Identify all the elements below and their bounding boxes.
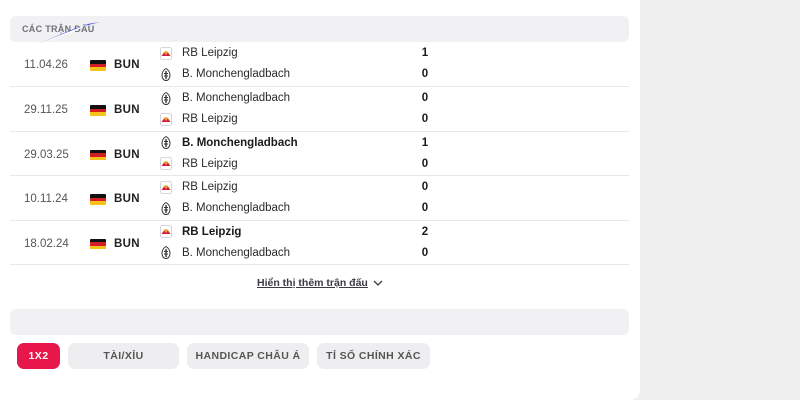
away-score: 0 <box>421 246 429 259</box>
germany-flag-icon <box>90 194 106 205</box>
home-team-name: RB Leipzig <box>182 181 238 193</box>
league-code: BUN <box>114 59 140 71</box>
home-score: 1 <box>421 47 429 59</box>
away-score: 0 <box>421 68 429 80</box>
match-row[interactable]: 11.04.26 BUN RB Leipzig B. Monchengladbach 1… <box>10 42 629 87</box>
gladbach-crest-icon <box>160 135 172 150</box>
head-to-head-card: CÁC TRẬN ĐẤU 11.04.26 BUN RB Leipzig B. Mon… <box>0 0 640 400</box>
match-date: 10.11.24 <box>24 193 68 205</box>
home-team-name: RB Leipzig <box>182 225 242 238</box>
tab-handicap-chau-a[interactable]: HANDICAP CHÂU Á <box>187 343 309 369</box>
away-team: RB Leipzig <box>160 111 238 127</box>
match-date: 29.11.25 <box>24 104 68 116</box>
match-row[interactable]: 29.11.25 BUN B. Monchengladbach RB Leipzig 0… <box>10 87 629 132</box>
home-score: 0 <box>421 92 429 104</box>
away-team-name: RB Leipzig <box>182 113 238 125</box>
home-team: B. Monchengladbach <box>160 90 290 106</box>
league-code: BUN <box>114 104 140 116</box>
rb-leipzig-crest-icon <box>160 157 172 170</box>
match-date: 29.03.25 <box>24 148 69 161</box>
away-team-name: RB Leipzig <box>182 157 238 170</box>
away-team-name: B. Monchengladbach <box>182 202 291 214</box>
home-team: RB Leipzig <box>160 224 241 240</box>
league-code: BUN <box>114 237 140 250</box>
tab-tai-xiu[interactable]: TÀI/XỈU <box>68 343 179 369</box>
tab-ti-so-chinh-xac[interactable]: TỈ SỐ CHÍNH XÁC <box>317 343 430 369</box>
away-team: B. Monchengladbach <box>160 200 290 216</box>
home-team: B. Monchengladbach <box>160 135 298 151</box>
away-score: 0 <box>421 113 429 125</box>
home-team: RB Leipzig <box>160 45 238 61</box>
home-team-name: B. Monchengladbach <box>182 136 298 149</box>
tab-1x2[interactable]: 1X2 <box>17 343 60 369</box>
chevron-down-icon <box>373 280 383 286</box>
show-more-link[interactable]: Hiển thị thêm trận đấu <box>257 277 383 289</box>
league-code: BUN <box>114 193 140 205</box>
away-team: B. Monchengladbach <box>160 66 290 82</box>
home-score: 1 <box>421 136 429 149</box>
home-team-name: RB Leipzig <box>182 47 238 59</box>
home-team-name: B. Monchengladbach <box>182 92 291 104</box>
gladbach-crest-icon <box>160 67 172 81</box>
rb-leipzig-crest-icon <box>160 112 172 126</box>
rb-leipzig-crest-icon <box>160 225 172 238</box>
show-more-label: Hiển thị thêm trận đấu <box>257 277 368 289</box>
home-score: 2 <box>421 225 429 238</box>
away-team-name: B. Monchengladbach <box>182 68 291 80</box>
match-row[interactable]: 29.03.25 BUN B. Monchengladbach RB Leipzig 1… <box>10 132 629 176</box>
away-score: 0 <box>421 202 429 214</box>
home-score: 0 <box>421 181 429 193</box>
germany-flag-icon <box>90 105 106 116</box>
match-row[interactable]: 10.11.24 BUN RB Leipzig B. Monchengladbach 0… <box>10 176 629 221</box>
match-list: 11.04.26 BUN RB Leipzig B. Monchengladbach 1… <box>10 42 629 265</box>
away-score: 0 <box>421 157 429 170</box>
odds-header-bar <box>10 309 629 335</box>
league-code: BUN <box>114 148 140 161</box>
germany-flag-icon <box>90 60 106 71</box>
away-team-name: B. Monchengladbach <box>182 246 291 259</box>
away-team: RB Leipzig <box>160 156 238 172</box>
gladbach-crest-icon <box>160 201 172 215</box>
rb-leipzig-crest-icon <box>160 46 172 60</box>
home-team: RB Leipzig <box>160 179 238 195</box>
gladbach-crest-icon <box>160 245 172 260</box>
odds-tabs: 1X2 TÀI/XỈU HANDICAP CHÂU Á TỈ SỐ CHÍNH XÁC <box>17 343 438 369</box>
gladbach-crest-icon <box>160 91 172 105</box>
germany-flag-icon <box>90 149 106 161</box>
away-team: B. Monchengladbach <box>160 245 290 261</box>
germany-flag-icon <box>90 238 106 250</box>
match-row[interactable]: 18.02.24 BUN RB Leipzig B. Monchengladbach 2… <box>10 221 629 265</box>
match-date: 18.02.24 <box>24 237 69 250</box>
match-date: 11.04.26 <box>24 59 68 71</box>
rb-leipzig-crest-icon <box>160 180 172 194</box>
